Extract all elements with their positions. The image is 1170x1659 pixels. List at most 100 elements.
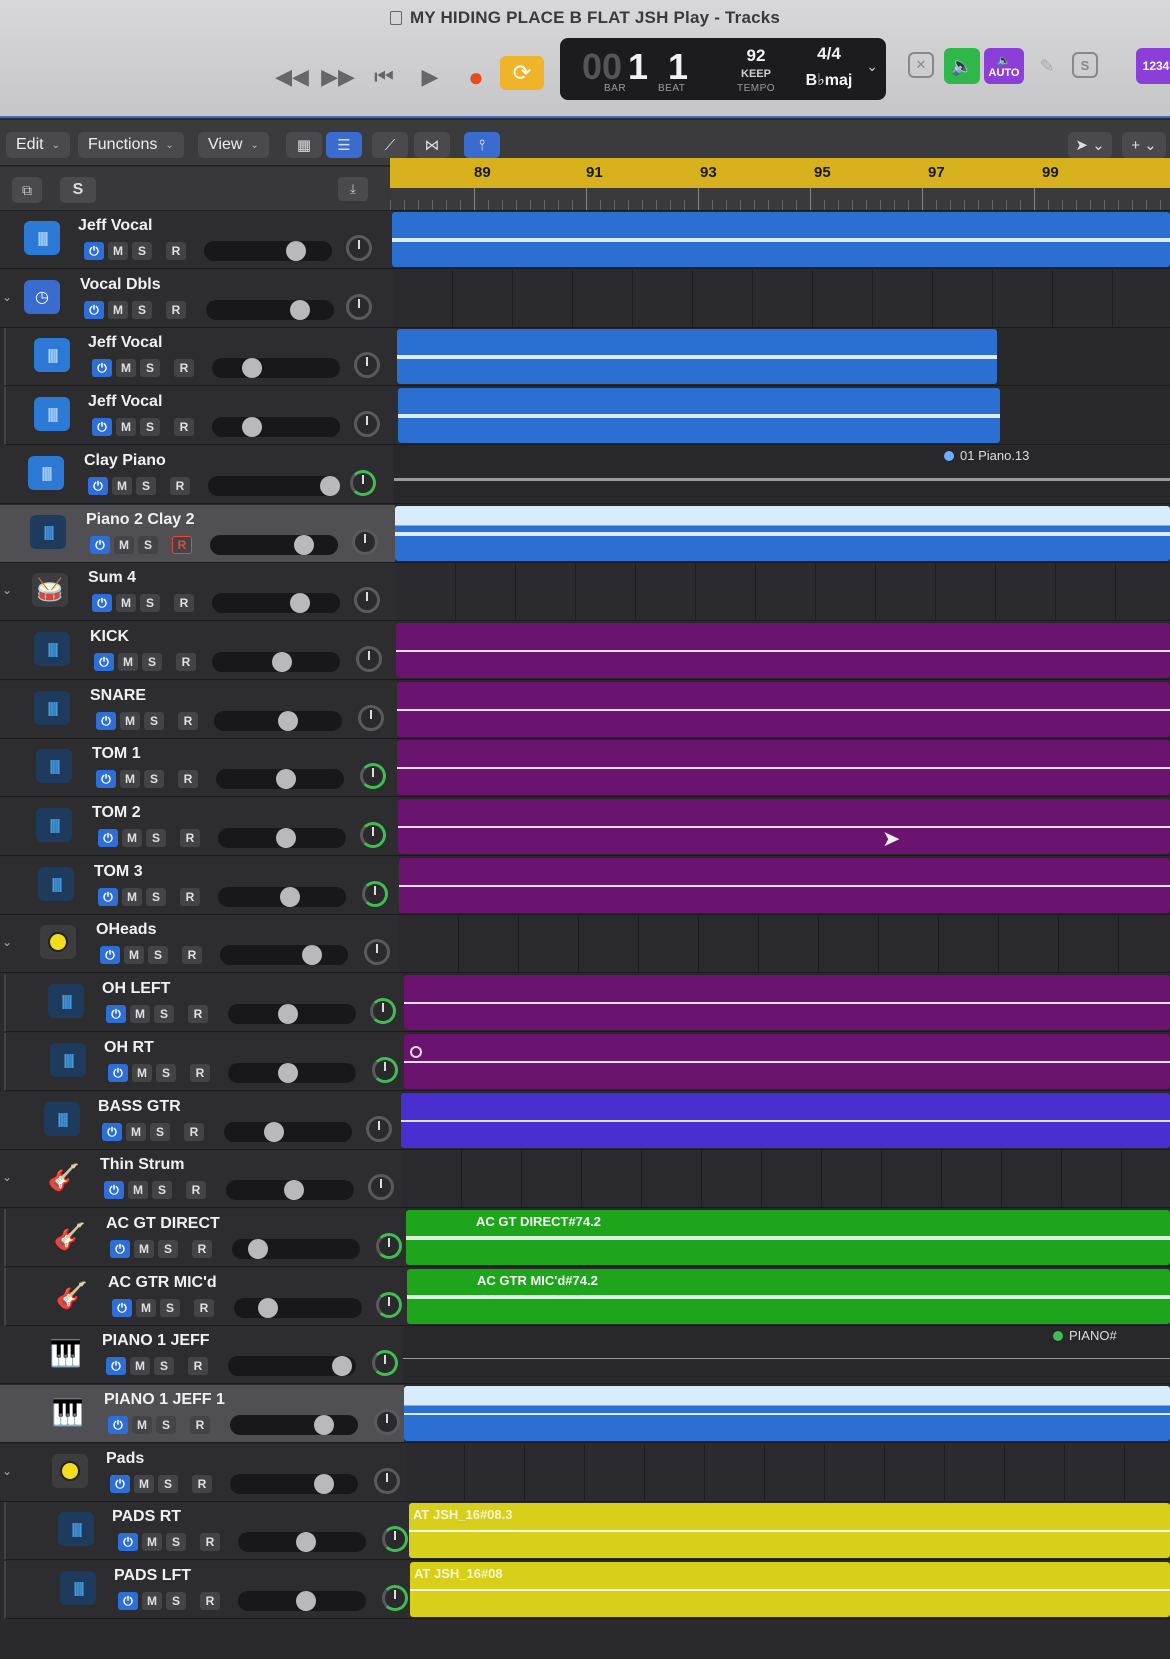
track-row[interactable]: ||||| OH LEFT ⏻ M S R — [0, 974, 1170, 1032]
volume-fader-knob[interactable] — [332, 1356, 352, 1376]
track-header[interactable]: ⌄ ◷ Vocal Dbls ⏻ M S R — [0, 270, 393, 328]
pan-knob[interactable] — [374, 1468, 400, 1494]
mute-button[interactable]: M — [136, 1299, 156, 1317]
volume-fader[interactable] — [212, 593, 340, 613]
volume-fader-knob[interactable] — [290, 593, 310, 613]
solo-button[interactable]: S — [160, 1299, 180, 1317]
track-lane[interactable]: AT JSH_16#08.3 — [409, 1502, 1170, 1560]
track-lane[interactable] — [393, 270, 1170, 328]
volume-fader[interactable] — [220, 945, 348, 965]
track-row[interactable]: ⌄ Pads ⏻ M S R — [0, 1444, 1170, 1502]
pan-knob[interactable] — [346, 294, 372, 320]
volume-fader-knob[interactable] — [280, 887, 300, 907]
automation-curve-icon[interactable]: ⟋ — [372, 132, 408, 158]
solo-button[interactable]: S — [158, 1475, 178, 1493]
mute-button[interactable]: M — [142, 1533, 162, 1551]
track-header[interactable]: 🎹 PIANO 1 JEFF ⏻ M S R — [0, 1326, 403, 1384]
volume-fader-knob[interactable] — [302, 945, 322, 965]
record-enable-button[interactable]: R — [190, 1064, 210, 1082]
volume-fader[interactable] — [216, 769, 344, 789]
mute-button[interactable]: M — [128, 1181, 148, 1199]
track-lane[interactable] — [395, 505, 1170, 563]
track-header[interactable]: ||||| SNARE ⏻ M S R — [0, 681, 397, 739]
track-header[interactable]: ||||| TOM 3 ⏻ M S R — [0, 857, 399, 915]
track-row[interactable]: ⌄ 🥁 Sum 4 ⏻ M S R — [0, 563, 1170, 621]
go-to-start-icon[interactable]: ⏮ — [364, 60, 404, 94]
record-enable-button[interactable]: R — [174, 418, 194, 436]
track-name[interactable]: Piano 2 Clay 2 — [86, 511, 195, 529]
track-lane[interactable] — [396, 563, 1170, 621]
solo-button[interactable]: S — [154, 1357, 174, 1375]
solo-button[interactable]: S — [154, 1005, 174, 1023]
solo-mode-button[interactable]: S — [1072, 52, 1098, 78]
volume-fader-knob[interactable] — [284, 1180, 304, 1200]
summing-stack-icon[interactable]: ◷ — [24, 280, 60, 314]
solo-button[interactable]: S — [132, 301, 152, 319]
volume-fader[interactable] — [204, 241, 332, 261]
secondary-tool-icon[interactable]: + ⌄ — [1122, 132, 1166, 158]
track-stack-icon[interactable] — [52, 1454, 88, 1488]
track-name[interactable]: Jeff Vocal — [88, 334, 162, 352]
pan-knob[interactable] — [364, 939, 390, 965]
track-header[interactable]: ||||| OH LEFT ⏻ M S R — [4, 974, 404, 1032]
track-row[interactable]: 🎸 AC GTR MIC'd ⏻ M S R AC GTR MIC'd#74.2 — [0, 1268, 1170, 1326]
mute-button[interactable]: M — [130, 1357, 150, 1375]
track-header[interactable]: ||||| PADS LFT ⏻ M S R — [4, 1561, 410, 1619]
mute-button[interactable]: M — [120, 770, 140, 788]
acoustic-guitar-icon[interactable]: 🎸 — [54, 1278, 90, 1312]
disclosure-chevron-icon[interactable]: ⌄ — [2, 935, 12, 949]
track-name[interactable]: Vocal Dbls — [80, 276, 161, 294]
track-header[interactable]: ⌄ Pads ⏻ M S R — [0, 1444, 405, 1502]
volume-fader[interactable] — [212, 358, 340, 378]
power-icon[interactable]: ⏻ — [106, 1357, 126, 1375]
record-enable-button[interactable]: R — [188, 1005, 208, 1023]
track-header[interactable]: ||||| TOM 1 ⏻ M S R — [0, 739, 397, 797]
audio-track-icon[interactable]: ||||| — [60, 1571, 96, 1605]
track-name[interactable]: BASS GTR — [98, 1098, 181, 1116]
solo-button[interactable]: S — [140, 594, 160, 612]
mute-button[interactable]: M — [108, 242, 128, 260]
solo-button[interactable]: S — [146, 888, 166, 906]
audio-region[interactable] — [404, 1386, 1170, 1441]
edit-menu[interactable]: Edit ⌄ — [6, 132, 70, 158]
automation-button[interactable]: 🔈 AUTO — [984, 48, 1024, 84]
flex-icon[interactable]: ⋈ — [414, 132, 450, 158]
volume-fader-knob[interactable] — [294, 535, 314, 555]
audio-region[interactable] — [395, 506, 1170, 561]
audio-region[interactable] — [399, 858, 1170, 913]
track-lane[interactable]: 01 Piano.13 — [394, 446, 1170, 504]
fast-forward-icon[interactable]: ▶▶ — [318, 60, 358, 94]
audio-track-icon[interactable]: ||||| — [38, 867, 74, 901]
solo-button[interactable]: S — [166, 1533, 186, 1551]
track-name[interactable]: AC GTR MIC'd — [108, 1274, 217, 1292]
record-icon[interactable]: ● — [456, 60, 496, 94]
volume-fader[interactable] — [230, 1415, 358, 1435]
mute-button[interactable]: M — [122, 888, 142, 906]
mute-button[interactable]: M — [120, 712, 140, 730]
power-icon[interactable]: ⏻ — [94, 653, 114, 671]
audio-region[interactable] — [396, 623, 1170, 678]
acoustic-guitar-icon[interactable]: 🎸 — [46, 1160, 82, 1194]
pan-knob[interactable] — [368, 1174, 394, 1200]
track-lane[interactable] — [392, 211, 1170, 269]
power-icon[interactable]: ⏻ — [98, 888, 118, 906]
track-row[interactable]: ||||| TOM 3 ⏻ M S R — [0, 857, 1170, 915]
audio-region[interactable] — [397, 329, 997, 384]
track-row[interactable]: ||||| TOM 1 ⏻ M S R — [0, 739, 1170, 797]
volume-fader[interactable] — [232, 1239, 360, 1259]
track-row[interactable]: ||||| Clay Piano ⏻ M S R 01 Piano.13 — [0, 446, 1170, 504]
record-enable-button[interactable]: R — [192, 1475, 212, 1493]
mute-button[interactable]: M — [116, 418, 136, 436]
track-row[interactable]: ||||| TOM 2 ⏻ M S R — [0, 798, 1170, 856]
mute-button[interactable]: M — [112, 477, 132, 495]
volume-fader[interactable] — [238, 1591, 366, 1611]
solo-button[interactable]: S — [152, 1181, 172, 1199]
mute-button[interactable]: M — [134, 1475, 154, 1493]
track-row[interactable]: ||||| PADS LFT ⏻ M S R AT JSH_16#08 — [0, 1561, 1170, 1619]
volume-fader-knob[interactable] — [276, 769, 296, 789]
volume-fader[interactable] — [228, 1063, 356, 1083]
pan-knob[interactable] — [350, 470, 376, 496]
pan-knob[interactable] — [366, 1116, 392, 1142]
disclosure-chevron-icon[interactable]: ⌄ — [2, 1464, 12, 1478]
track-lane[interactable]: PIANO# — [403, 1326, 1170, 1384]
